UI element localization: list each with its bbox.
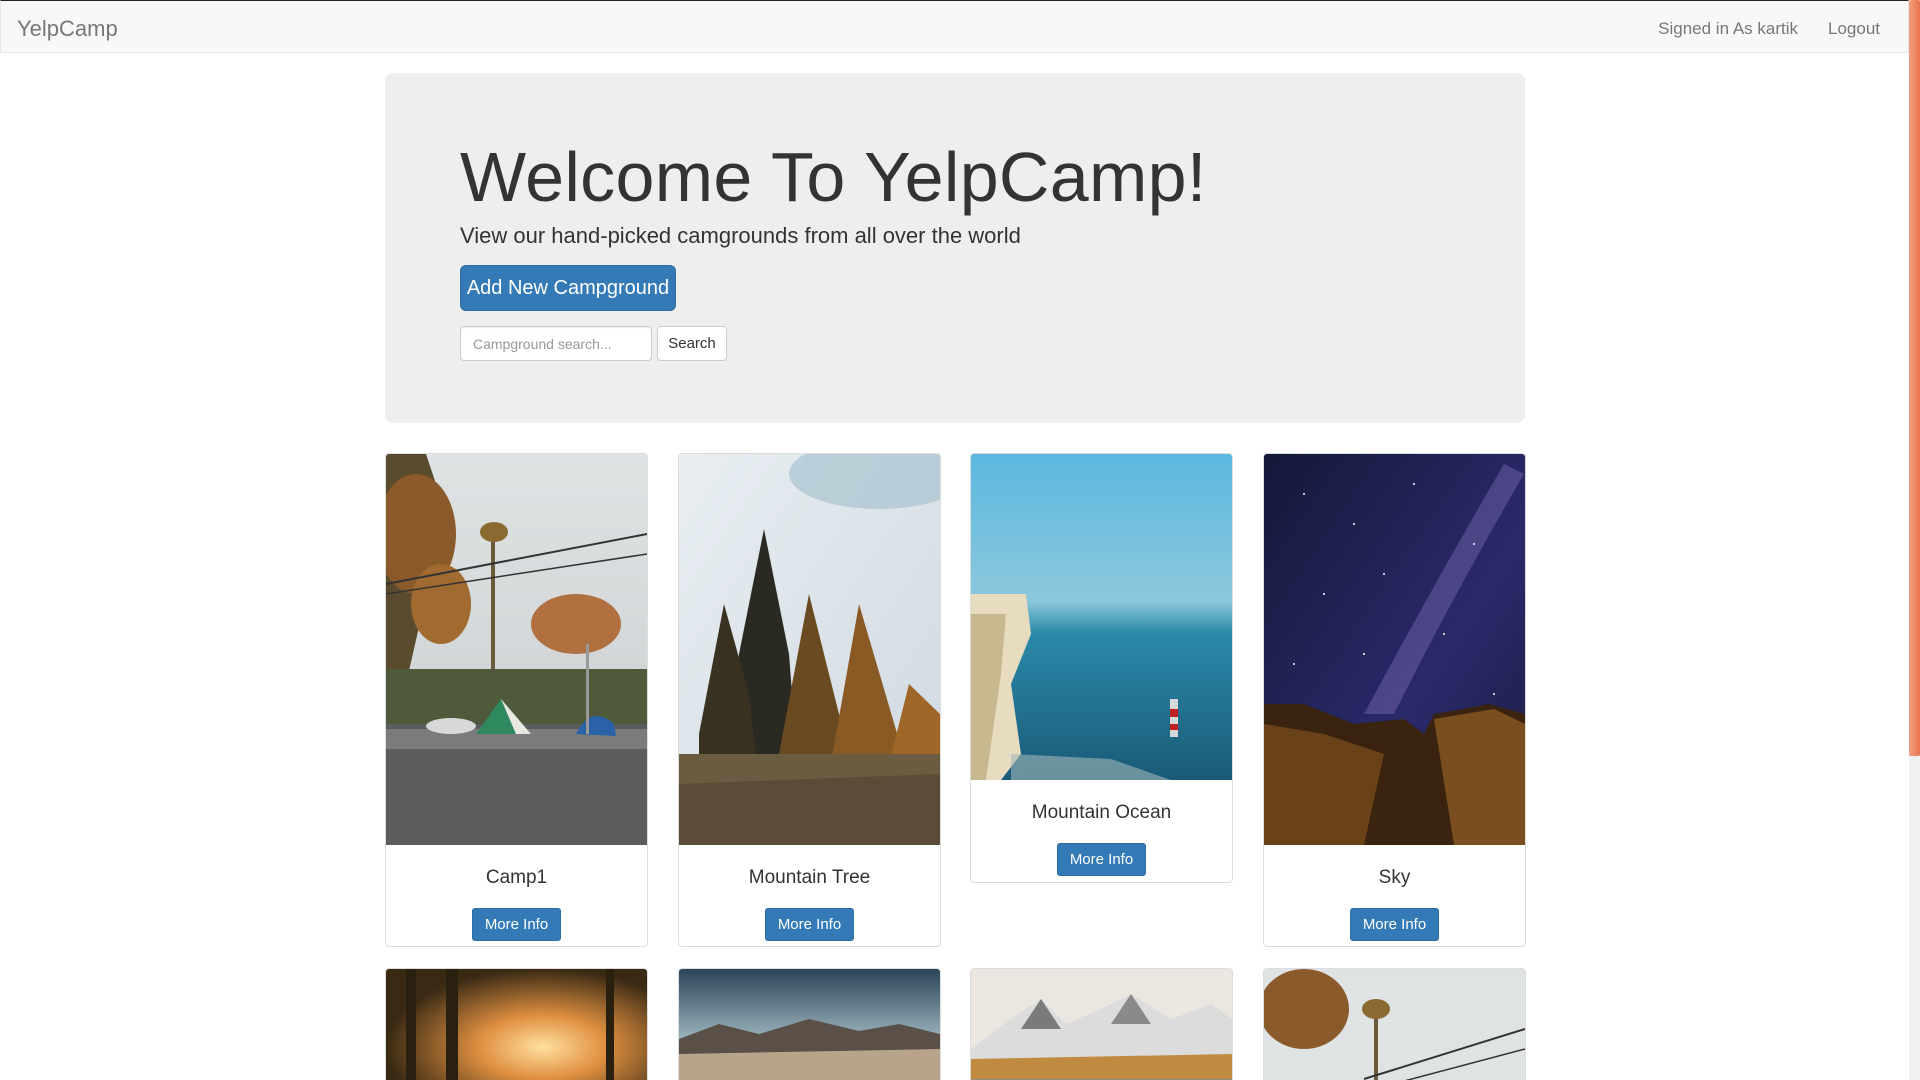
campground-image[interactable] xyxy=(386,969,647,1080)
more-info-button[interactable]: More Info xyxy=(1349,908,1440,941)
card-caption: Mountain Tree More Info xyxy=(679,867,940,941)
nav-right: Signed in As kartik Logout xyxy=(1658,19,1880,39)
page: YelpCamp Signed in As kartik Logout Welc… xyxy=(0,0,1920,1080)
campground-image[interactable] xyxy=(679,454,940,845)
scrollbar-thumb[interactable] xyxy=(1909,0,1920,756)
campground-card xyxy=(1263,968,1526,1080)
hero-title: Welcome To YelpCamp! xyxy=(460,138,1207,216)
campground-name: Sky xyxy=(1378,867,1411,888)
campground-name: Camp1 xyxy=(485,867,548,888)
campground-card: Mountain Tree More Info xyxy=(678,453,941,947)
scrollbar[interactable] xyxy=(1909,0,1920,1080)
campground-card xyxy=(385,968,648,1080)
signed-in-link[interactable]: Signed in As kartik xyxy=(1658,19,1798,39)
campground-card: Sky More Info xyxy=(1263,453,1526,947)
campground-name: Mountain Tree xyxy=(748,867,871,888)
campground-card: Mountain Ocean More Info xyxy=(970,453,1233,883)
hero-subtitle: View our hand-picked camgrounds from all… xyxy=(460,223,1021,248)
campground-image[interactable] xyxy=(1264,969,1525,1080)
logout-link[interactable]: Logout xyxy=(1828,19,1880,39)
navbar: YelpCamp Signed in As kartik Logout xyxy=(0,0,1909,53)
campground-card xyxy=(970,968,1233,1080)
campground-image[interactable] xyxy=(679,969,940,1080)
more-info-button[interactable]: More Info xyxy=(1056,843,1147,876)
card-caption: Mountain Ocean More Info xyxy=(971,802,1232,876)
campground-image[interactable] xyxy=(971,454,1232,780)
campground-card xyxy=(678,968,941,1080)
campground-image[interactable] xyxy=(971,969,1232,1080)
jumbotron: Welcome To YelpCamp! View our hand-picke… xyxy=(385,73,1525,423)
add-campground-button[interactable]: Add New Campground xyxy=(460,265,676,311)
campground-image[interactable] xyxy=(386,454,647,845)
campground-search-input[interactable] xyxy=(460,326,652,361)
card-caption: Camp1 More Info xyxy=(386,867,647,941)
campground-name: Mountain Ocean xyxy=(1031,802,1172,823)
more-info-button[interactable]: More Info xyxy=(471,908,562,941)
search-button[interactable]: Search xyxy=(657,326,727,361)
brand-link[interactable]: YelpCamp xyxy=(17,16,118,42)
campground-card: Camp1 More Info xyxy=(385,453,648,947)
more-info-button[interactable]: More Info xyxy=(764,908,855,941)
campground-image[interactable] xyxy=(1264,454,1525,845)
card-caption: Sky More Info xyxy=(1264,867,1525,941)
